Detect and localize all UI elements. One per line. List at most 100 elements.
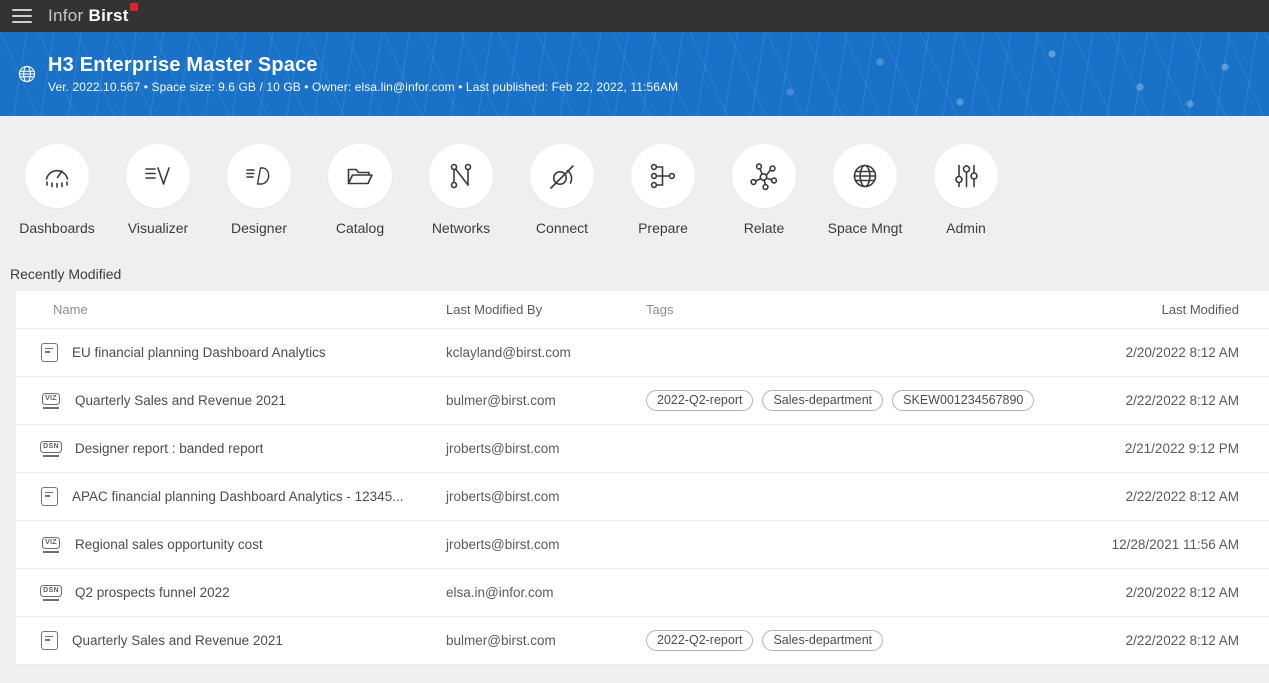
module-circle	[328, 144, 392, 208]
dashboard-file-icon	[41, 343, 58, 362]
row-modified-by: kclayland@birst.com	[446, 345, 646, 360]
dashboard-file-icon	[41, 487, 58, 506]
column-header-name[interactable]: Name	[16, 302, 446, 317]
column-header-last-modified[interactable]: Last Modified	[1091, 302, 1269, 317]
dsn-file-icon: DSN	[41, 585, 61, 601]
table-row[interactable]: DSN Designer report : banded report jrob…	[16, 425, 1269, 473]
tag-pill: 2022-Q2-report	[646, 390, 753, 411]
module-circle	[833, 144, 897, 208]
module-label: Space Mngt	[828, 220, 903, 236]
sliders-icon	[950, 160, 982, 192]
column-header-tags[interactable]: Tags	[646, 302, 1091, 317]
module-admin[interactable]: Admin	[921, 144, 1011, 236]
recently-modified-title: Recently Modified	[0, 236, 1269, 291]
module-circle	[530, 144, 594, 208]
module-label: Designer	[231, 220, 287, 236]
module-circle	[227, 144, 291, 208]
module-label: Prepare	[638, 220, 688, 236]
table-header-row: Name Last Modified By Tags Last Modified	[16, 291, 1269, 329]
table-row[interactable]: VIZ Regional sales opportunity cost jrob…	[16, 521, 1269, 569]
space-globe-icon	[16, 63, 38, 85]
row-modified-by: jroberts@birst.com	[446, 441, 646, 456]
row-modified-by: elsa.in@infor.com	[446, 585, 646, 600]
brand-birst: Birst	[89, 6, 129, 26]
folder-icon	[344, 160, 376, 192]
row-last-modified: 12/28/2021 11:56 AM	[1091, 537, 1269, 552]
module-connect[interactable]: Connect	[517, 144, 607, 236]
row-name: Quarterly Sales and Revenue 2021	[72, 633, 283, 648]
tag-pill: 2022-Q2-report	[646, 630, 753, 651]
row-last-modified: 2/21/2022 9:12 PM	[1091, 441, 1269, 456]
viz-file-icon: VIZ	[41, 393, 61, 409]
row-last-modified: 2/22/2022 8:12 AM	[1091, 489, 1269, 504]
globe-icon	[849, 160, 881, 192]
visualizer-icon	[142, 160, 174, 192]
module-circle	[25, 144, 89, 208]
column-header-last-modified-by[interactable]: Last Modified By	[446, 302, 646, 317]
row-tags: 2022-Q2-report Sales-department SKEW0012…	[646, 390, 1091, 411]
space-banner-text: H3 Enterprise Master Space Ver. 2022.10.…	[48, 54, 678, 94]
brand-logo: Infor Birst	[48, 6, 138, 26]
tag-pill: SKEW001234567890	[892, 390, 1034, 411]
prepare-icon	[647, 160, 679, 192]
row-last-modified: 2/20/2022 8:12 AM	[1091, 345, 1269, 360]
module-label: Relate	[744, 220, 784, 236]
module-space-mngt[interactable]: Space Mngt	[820, 144, 910, 236]
brand-infor: Infor	[48, 6, 84, 26]
viz-file-icon: VIZ	[41, 537, 61, 553]
table-row[interactable]: VIZ Quarterly Sales and Revenue 2021 bul…	[16, 377, 1269, 425]
row-modified-by: bulmer@birst.com	[446, 393, 646, 408]
space-banner: H3 Enterprise Master Space Ver. 2022.10.…	[0, 32, 1269, 116]
row-last-modified: 2/22/2022 8:12 AM	[1091, 633, 1269, 648]
module-circle	[631, 144, 695, 208]
row-modified-by: jroberts@birst.com	[446, 489, 646, 504]
space-meta: Ver. 2022.10.567 • Space size: 9.6 GB / …	[48, 80, 678, 94]
row-tags: 2022-Q2-report Sales-department	[646, 630, 1091, 651]
module-circle	[732, 144, 796, 208]
networks-icon	[445, 160, 477, 192]
module-launcher: Dashboards Visualizer Designer	[0, 116, 1269, 236]
module-circle	[429, 144, 493, 208]
module-catalog[interactable]: Catalog	[315, 144, 405, 236]
module-relate[interactable]: Relate	[719, 144, 809, 236]
module-label: Catalog	[336, 220, 384, 236]
row-modified-by: bulmer@birst.com	[446, 633, 646, 648]
module-label: Visualizer	[128, 220, 188, 236]
row-last-modified: 2/22/2022 8:12 AM	[1091, 393, 1269, 408]
recently-modified-table: Name Last Modified By Tags Last Modified…	[16, 291, 1269, 665]
tag-pill: Sales-department	[762, 390, 883, 411]
row-name: Quarterly Sales and Revenue 2021	[75, 393, 286, 408]
relate-icon	[748, 160, 780, 192]
space-title: H3 Enterprise Master Space	[48, 54, 678, 77]
designer-icon	[243, 160, 275, 192]
module-networks[interactable]: Networks	[416, 144, 506, 236]
row-name: EU financial planning Dashboard Analytic…	[72, 345, 326, 360]
row-modified-by: jroberts@birst.com	[446, 537, 646, 552]
table-row[interactable]: DSN Q2 prospects funnel 2022 elsa.in@inf…	[16, 569, 1269, 617]
table-row[interactable]: APAC financial planning Dashboard Analyt…	[16, 473, 1269, 521]
gauge-icon	[41, 160, 73, 192]
module-label: Admin	[946, 220, 986, 236]
module-designer[interactable]: Designer	[214, 144, 304, 236]
tag-pill: Sales-department	[762, 630, 883, 651]
hamburger-menu-icon[interactable]	[12, 9, 32, 23]
dsn-file-icon: DSN	[41, 441, 61, 457]
module-visualizer[interactable]: Visualizer	[113, 144, 203, 236]
row-name: Designer report : banded report	[75, 441, 263, 456]
row-name: Q2 prospects funnel 2022	[75, 585, 230, 600]
module-prepare[interactable]: Prepare	[618, 144, 708, 236]
connect-icon	[546, 160, 578, 192]
module-label: Dashboards	[19, 220, 95, 236]
row-name: APAC financial planning Dashboard Analyt…	[72, 489, 403, 504]
module-circle	[126, 144, 190, 208]
module-label: Networks	[432, 220, 490, 236]
brand-red-square	[130, 3, 138, 11]
dashboard-file-icon	[41, 631, 58, 650]
module-circle	[934, 144, 998, 208]
table-row[interactable]: EU financial planning Dashboard Analytic…	[16, 329, 1269, 377]
module-label: Connect	[536, 220, 588, 236]
table-row[interactable]: Quarterly Sales and Revenue 2021 bulmer@…	[16, 617, 1269, 665]
row-last-modified: 2/20/2022 8:12 AM	[1091, 585, 1269, 600]
row-name: Regional sales opportunity cost	[75, 537, 263, 552]
module-dashboards[interactable]: Dashboards	[12, 144, 102, 236]
